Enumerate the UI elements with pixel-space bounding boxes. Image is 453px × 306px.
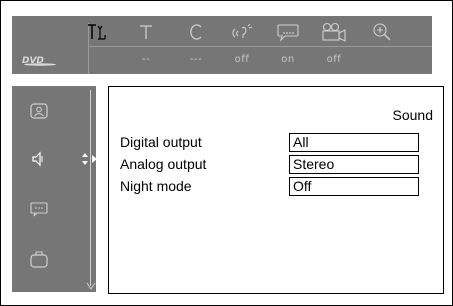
sound-icon [32, 151, 43, 167]
menu-item-value: on [281, 54, 295, 65]
digital-output-field[interactable]: All [289, 133, 419, 152]
side-menu [12, 86, 97, 292]
digital-output-value: All [293, 134, 309, 150]
side-scroll-line [90, 90, 91, 286]
analog-output-label: Analog output [120, 156, 207, 172]
scroll-down-arrow-icon [86, 282, 96, 290]
settings-panel: Sound Digital output All Analog output S… [108, 86, 444, 294]
subtitle-icon [268, 20, 308, 44]
night-mode-field[interactable]: Off [289, 177, 419, 196]
analog-output-value: Stereo [293, 156, 335, 172]
features-icon [30, 251, 48, 268]
menu-item-audio[interactable]: off [222, 16, 262, 74]
language-icon [30, 202, 48, 217]
menu-item-subtitle[interactable]: on [268, 16, 308, 74]
digital-output-label: Digital output [120, 134, 202, 150]
side-item-language[interactable] [22, 192, 56, 226]
chapter-icon [176, 20, 216, 44]
menu-item-value: -- [141, 54, 151, 65]
menu-item-preferences[interactable] [78, 16, 118, 74]
title-icon [126, 20, 166, 44]
zoom-icon [362, 20, 402, 44]
side-item-features[interactable] [22, 242, 56, 276]
picture-icon [30, 103, 48, 119]
menu-item-title[interactable]: -- [126, 16, 166, 74]
night-mode-value: Off [293, 178, 312, 194]
analog-output-field[interactable]: Stereo [289, 155, 419, 174]
dvd-logo-cell: DVD [12, 16, 88, 74]
preferences-icon [78, 20, 118, 44]
side-item-picture[interactable] [22, 94, 56, 128]
menu-item-angle[interactable]: off [314, 16, 354, 74]
menu-bar: DVD -- --- off on off [12, 16, 443, 74]
side-item-sound[interactable] [22, 142, 56, 176]
menu-item-value: off [326, 54, 342, 65]
audio-icon [222, 20, 262, 44]
menu-item-value: --- [189, 54, 203, 65]
dvd-logo: DVD [22, 56, 56, 66]
angle-icon [314, 20, 354, 44]
night-mode-label: Night mode [120, 178, 192, 194]
menu-item-value: off [234, 54, 250, 65]
menu-item-chapter[interactable]: --- [176, 16, 216, 74]
panel-title: Sound [392, 107, 433, 123]
menu-item-zoom[interactable] [362, 16, 402, 74]
